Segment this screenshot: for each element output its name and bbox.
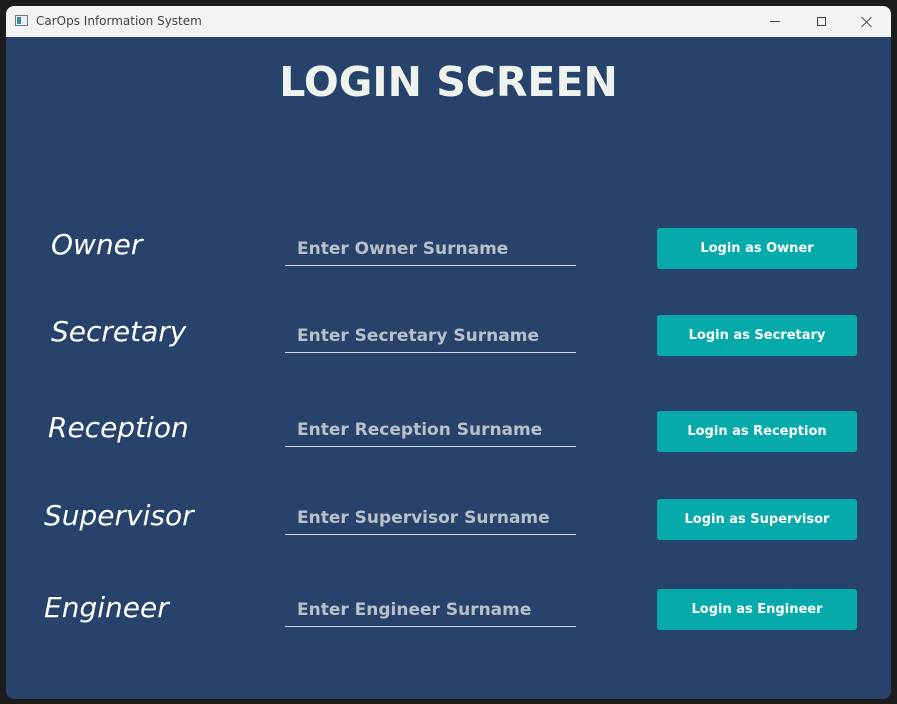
login-owner-button[interactable]: Login as Owner	[657, 228, 857, 269]
app-window: CarOps Information System LOGIN SCREEN O…	[6, 6, 891, 699]
secretary-label: Secretary	[51, 315, 187, 348]
engineer-label: Engineer	[44, 591, 169, 624]
minimize-icon	[770, 21, 780, 22]
close-icon	[861, 16, 873, 28]
supervisor-label: Supervisor	[44, 499, 194, 532]
minimize-button[interactable]	[752, 6, 798, 37]
reception-label: Reception	[48, 411, 189, 444]
supervisor-surname-input[interactable]	[285, 501, 576, 535]
engineer-surname-input[interactable]	[285, 593, 576, 627]
maximize-button[interactable]	[798, 6, 844, 37]
reception-surname-input[interactable]	[285, 413, 576, 447]
app-icon	[15, 15, 28, 26]
owner-label: Owner	[51, 228, 143, 261]
maximize-icon	[816, 17, 826, 26]
owner-surname-input[interactable]	[285, 232, 576, 266]
close-button[interactable]	[844, 6, 890, 37]
title-bar[interactable]: CarOps Information System	[6, 6, 891, 37]
login-secretary-button[interactable]: Login as Secretary	[657, 315, 857, 356]
secretary-surname-input[interactable]	[285, 319, 576, 353]
login-supervisor-button[interactable]: Login as Supervisor	[657, 499, 857, 540]
login-engineer-button[interactable]: Login as Engineer	[657, 589, 857, 630]
login-reception-button[interactable]: Login as Reception	[657, 411, 857, 452]
page-title: LOGIN SCREEN	[279, 58, 618, 106]
window-title: CarOps Information System	[36, 14, 202, 28]
